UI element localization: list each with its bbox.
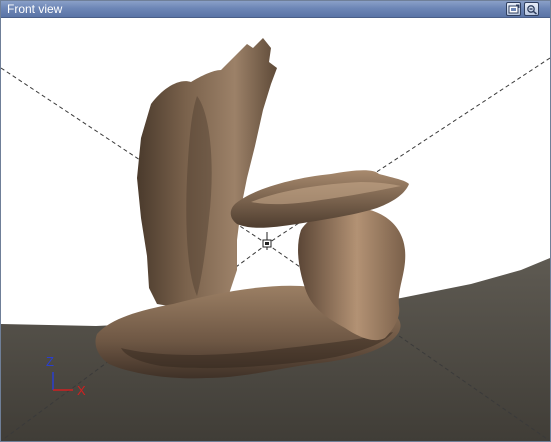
axis-x-label: X <box>77 383 86 398</box>
view-options-icon <box>508 4 520 14</box>
3d-scene[interactable]: Z X <box>1 18 550 441</box>
viewport-title: Front view <box>7 2 63 16</box>
maximize-view-button[interactable] <box>524 2 539 16</box>
view-options-button[interactable] <box>506 2 521 16</box>
viewport-titlebar: Front view <box>1 1 550 18</box>
maximize-view-icon <box>527 5 537 15</box>
axis-z-label: Z <box>46 354 54 369</box>
viewport-window: Front view Z X <box>0 0 551 442</box>
